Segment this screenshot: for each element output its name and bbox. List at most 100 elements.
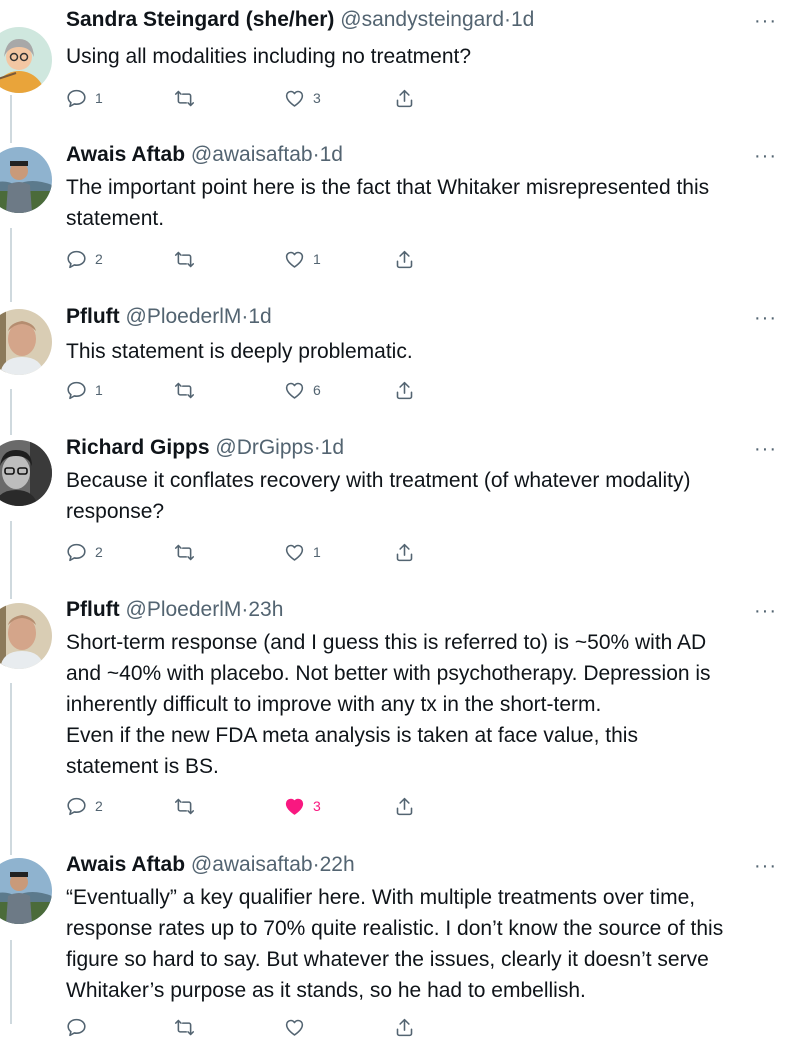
reply-button[interactable]: 2 xyxy=(66,246,103,272)
retweet-button[interactable] xyxy=(174,1014,195,1040)
avatar[interactable] xyxy=(0,309,52,375)
share-button[interactable] xyxy=(394,793,415,819)
like-button[interactable]: 1 xyxy=(284,539,321,565)
retweet-icon xyxy=(174,798,195,814)
action-bar: 2 1 xyxy=(66,246,466,272)
more-options-icon[interactable]: ··· xyxy=(754,145,777,168)
author-handle[interactable]: @awaisaftab xyxy=(191,853,313,876)
reply-count: 1 xyxy=(95,382,103,398)
share-icon xyxy=(396,1018,413,1036)
more-options-icon[interactable]: ··· xyxy=(754,438,777,461)
timestamp[interactable]: 1d xyxy=(321,436,344,459)
avatar[interactable] xyxy=(0,147,52,213)
like-button[interactable] xyxy=(284,1014,313,1040)
action-bar: 2 3 xyxy=(66,793,466,819)
author-handle[interactable]: @DrGipps xyxy=(215,436,313,459)
heart-icon xyxy=(285,90,304,107)
timestamp[interactable]: 1d xyxy=(248,305,271,328)
retweet-button[interactable] xyxy=(174,85,195,111)
action-bar: 2 1 xyxy=(66,539,466,565)
like-count: 1 xyxy=(313,251,321,267)
author-handle[interactable]: @PloederlM xyxy=(126,305,242,328)
timestamp[interactable]: 22h xyxy=(320,853,355,876)
tweet-header: Pfluft @PloederlM·1d xyxy=(66,305,272,329)
avatar[interactable] xyxy=(0,440,52,506)
thread-line xyxy=(10,940,12,1024)
retweet-icon xyxy=(174,544,195,560)
share-button[interactable] xyxy=(394,85,415,111)
author-name[interactable]: Pfluft xyxy=(66,598,120,621)
like-count: 6 xyxy=(313,382,321,398)
heart-icon xyxy=(285,798,304,815)
like-button[interactable]: 3 xyxy=(284,793,321,819)
like-button[interactable]: 6 xyxy=(284,377,321,403)
timestamp[interactable]: 23h xyxy=(248,598,283,621)
tweet-header: Richard Gipps @DrGipps·1d xyxy=(66,436,344,460)
tweet-header: Awais Aftab @awaisaftab·1d xyxy=(66,143,343,167)
reply-button[interactable]: 2 xyxy=(66,539,103,565)
share-icon xyxy=(396,250,413,268)
author-handle[interactable]: @awaisaftab xyxy=(191,143,313,166)
reply-icon xyxy=(67,89,86,107)
reply-icon xyxy=(67,381,86,399)
timestamp[interactable]: 1d xyxy=(511,8,534,31)
more-options-icon[interactable]: ··· xyxy=(754,10,777,33)
separator-dot: · xyxy=(504,8,511,31)
action-bar: 1 3 xyxy=(66,85,466,111)
reply-button[interactable] xyxy=(66,1014,95,1040)
reply-icon xyxy=(67,797,86,815)
share-icon xyxy=(396,543,413,561)
author-name[interactable]: Richard Gipps xyxy=(66,436,210,459)
like-button[interactable]: 3 xyxy=(284,85,321,111)
like-count: 3 xyxy=(313,90,321,106)
author-name[interactable]: Awais Aftab xyxy=(66,143,185,166)
share-button[interactable] xyxy=(394,246,415,272)
share-button[interactable] xyxy=(394,1014,415,1040)
retweet-icon xyxy=(174,251,195,267)
retweet-button[interactable] xyxy=(174,539,195,565)
avatar[interactable] xyxy=(0,603,52,669)
avatar[interactable] xyxy=(0,27,52,93)
retweet-button[interactable] xyxy=(174,377,195,403)
separator-dot: · xyxy=(312,143,320,166)
action-bar xyxy=(66,1014,466,1040)
tweet-header: Pfluft @PloederlM·23h xyxy=(66,598,283,622)
like-button[interactable]: 1 xyxy=(284,246,321,272)
share-button[interactable] xyxy=(394,377,415,403)
heart-icon xyxy=(285,382,304,399)
separator-dot: · xyxy=(312,853,320,876)
reply-count: 2 xyxy=(95,544,103,560)
retweet-button[interactable] xyxy=(174,246,195,272)
avatar-photo-icon xyxy=(0,603,52,669)
reply-button[interactable]: 1 xyxy=(66,85,103,111)
reply-button[interactable]: 1 xyxy=(66,377,103,403)
tweet-text: Short-term response (and I guess this is… xyxy=(66,631,711,778)
reply-count: 2 xyxy=(95,798,103,814)
retweet-button[interactable] xyxy=(174,793,195,819)
like-count: 3 xyxy=(313,798,321,814)
author-handle[interactable]: @sandysteingard xyxy=(340,8,504,31)
tweet-text: The important point here is the fact tha… xyxy=(66,176,710,230)
share-button[interactable] xyxy=(394,539,415,565)
author-name[interactable]: Sandra Steingard (she/her) xyxy=(66,8,334,31)
timestamp[interactable]: 1d xyxy=(320,143,343,166)
author-handle[interactable]: @PloederlM xyxy=(126,598,242,621)
avatar[interactable] xyxy=(0,858,52,924)
tweet-text: This statement is deeply problematic. xyxy=(66,340,413,363)
author-name[interactable]: Pfluft xyxy=(66,305,120,328)
thread-line xyxy=(10,228,12,302)
avatar-illustration-icon xyxy=(0,27,52,93)
avatar-photo-icon xyxy=(0,440,52,506)
reply-button[interactable]: 2 xyxy=(66,793,103,819)
more-options-icon[interactable]: ··· xyxy=(754,855,777,878)
reply-icon xyxy=(67,543,86,561)
avatar-photo-icon xyxy=(0,309,52,375)
more-options-icon[interactable]: ··· xyxy=(754,307,777,330)
share-icon xyxy=(396,381,413,399)
author-name[interactable]: Awais Aftab xyxy=(66,853,185,876)
tweet-header: Awais Aftab @awaisaftab·22h xyxy=(66,853,355,877)
share-icon xyxy=(396,89,413,107)
retweet-icon xyxy=(174,382,195,398)
tweet-text: Using all modalities including no treatm… xyxy=(66,45,472,68)
more-options-icon[interactable]: ··· xyxy=(754,600,777,623)
